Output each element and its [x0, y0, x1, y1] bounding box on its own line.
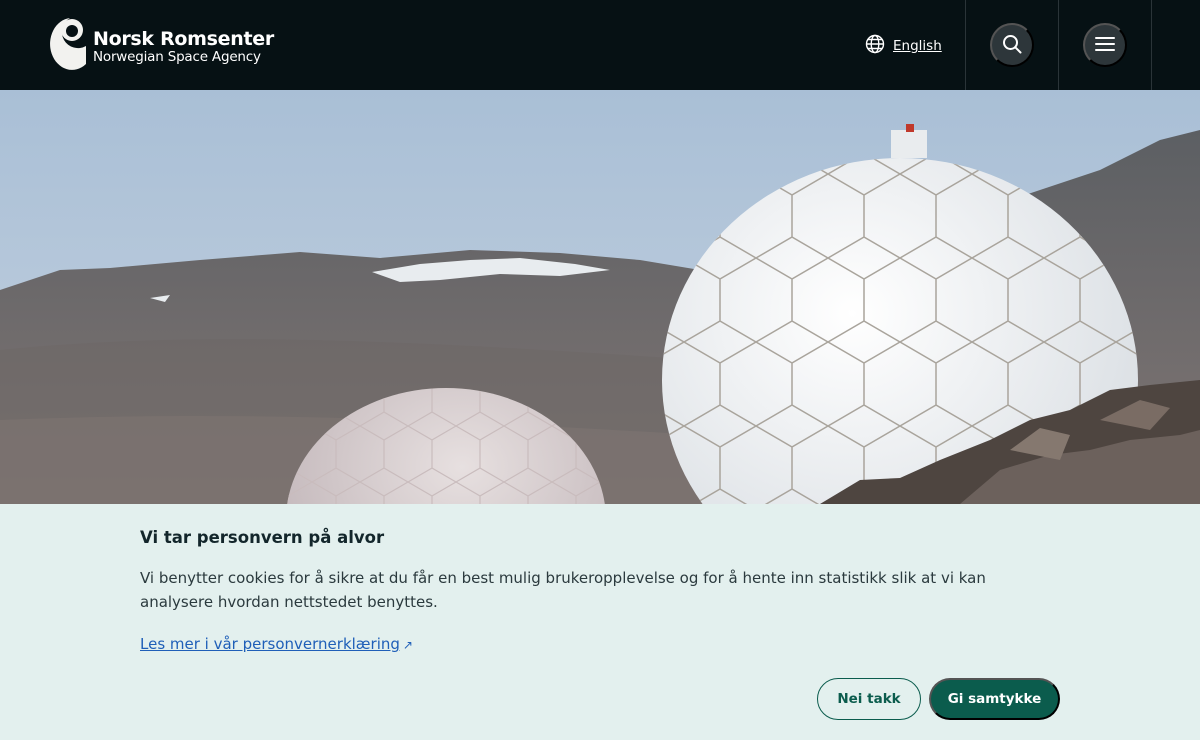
language-switch[interactable]: English [865, 34, 942, 58]
search-button[interactable] [990, 23, 1034, 67]
decline-button[interactable]: Nei takk [817, 678, 921, 720]
logo-icon [48, 16, 88, 72]
privacy-link-label: Les mer i vår personvernerklæring [140, 635, 400, 653]
accept-button[interactable]: Gi samtykke [929, 678, 1060, 720]
language-label: English [893, 38, 942, 54]
globe-icon [865, 34, 885, 58]
cookie-body: Vi benytter cookies for å sikre at du få… [140, 569, 986, 611]
header-divider [1058, 0, 1059, 90]
menu-button[interactable] [1083, 23, 1127, 67]
external-link-icon: ↗ [402, 638, 413, 652]
site-logo[interactable]: Norsk Romsenter Norwegian Space Agency [48, 16, 274, 72]
cookie-banner: Vi tar personvern på alvor Vi benytter c… [0, 504, 1200, 740]
cookie-title: Vi tar personvern på alvor [140, 528, 385, 547]
header-divider [1151, 0, 1152, 90]
menu-icon [1095, 36, 1115, 55]
site-header: Norsk Romsenter Norwegian Space Agency E… [0, 0, 1200, 90]
privacy-policy-link[interactable]: Les mer i vår personvernerklæring ↗ [140, 635, 413, 653]
header-divider [965, 0, 966, 90]
logo-text: Norsk Romsenter Norwegian Space Agency [93, 28, 274, 65]
logo-subtitle: Norwegian Space Agency [93, 48, 261, 65]
logo-name: Norsk Romsenter [93, 27, 274, 50]
hero-image [0, 90, 1200, 504]
search-icon [1002, 34, 1022, 57]
